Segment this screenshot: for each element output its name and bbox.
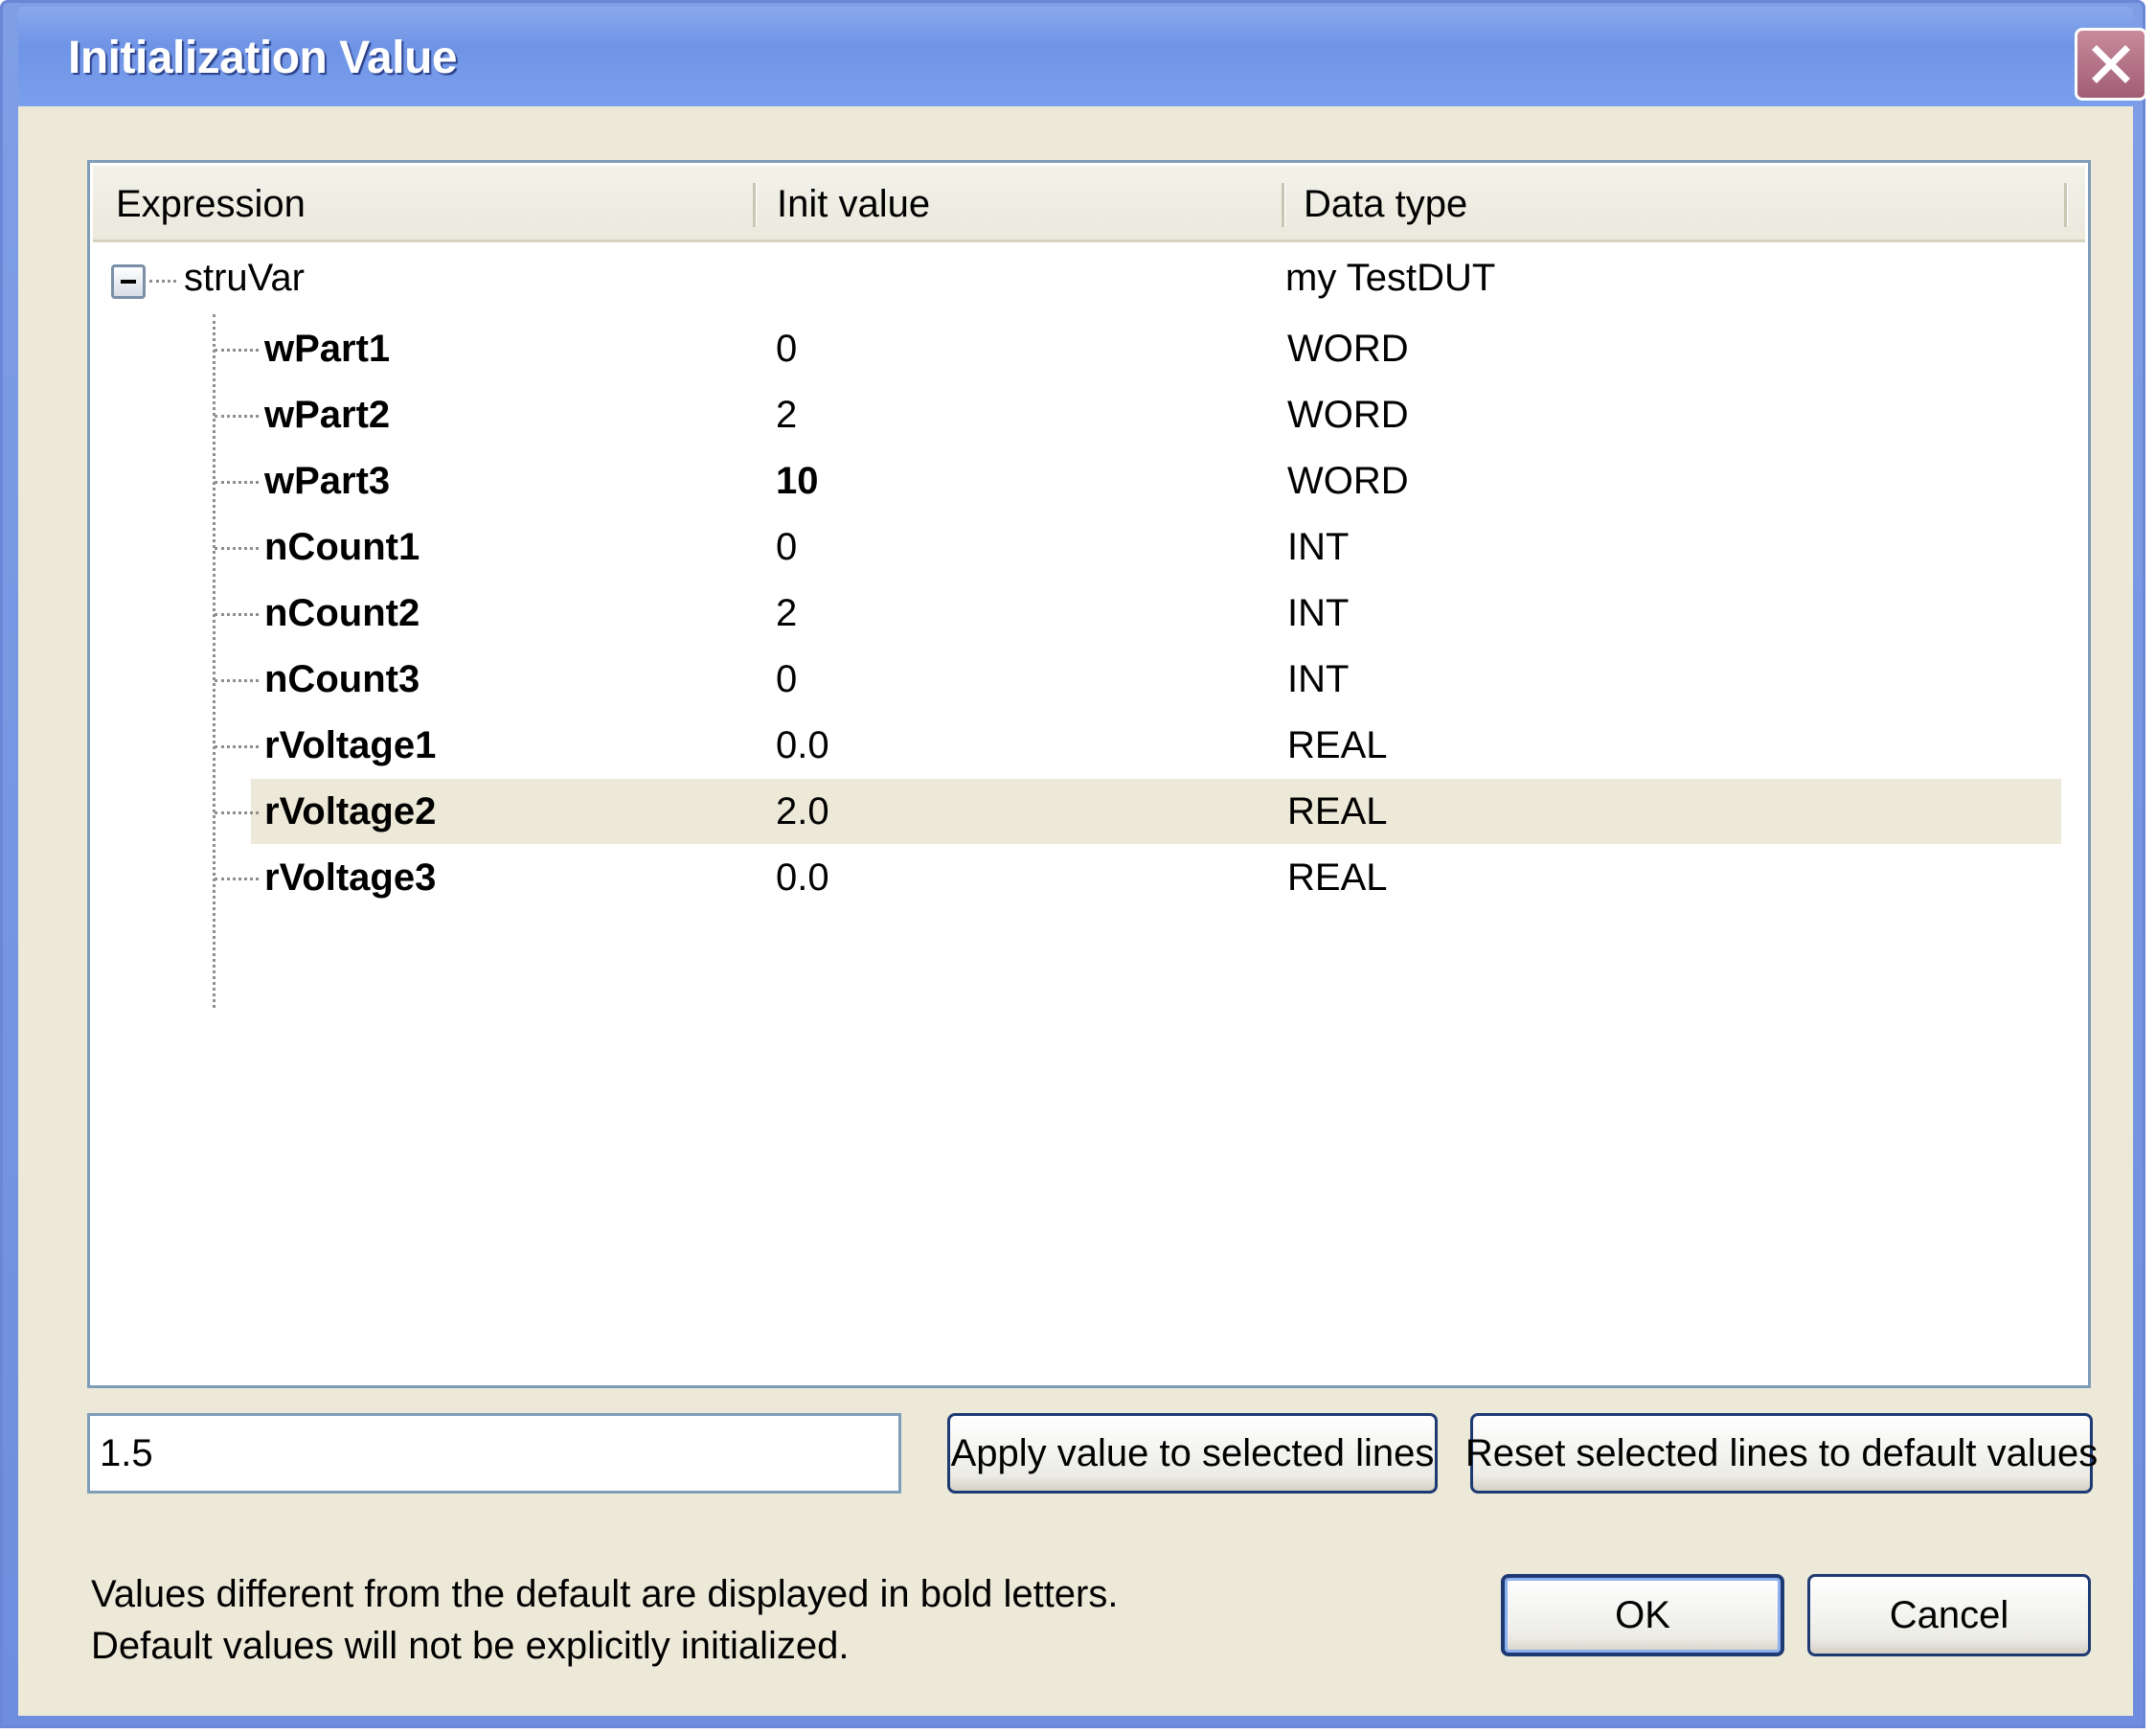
info-text-line: Values different from the default are di…: [91, 1573, 1119, 1615]
row-init-value: 2: [776, 394, 798, 436]
row-expression: wPart2: [264, 394, 391, 436]
column-header-expression[interactable]: Expression: [116, 166, 306, 242]
column-header-data-type[interactable]: Data type: [1304, 166, 1467, 242]
row-data-type: INT: [1287, 592, 1350, 634]
column-separator[interactable]: [1282, 183, 1285, 227]
row-expression: wPart1: [264, 328, 391, 370]
row-expression: nCount1: [264, 526, 420, 568]
dialog-title: Initialization Value: [68, 33, 458, 83]
selection-highlight: [251, 779, 2061, 844]
table-row[interactable]: wPart1 0 WORD: [90, 316, 2088, 381]
row-init-value: 0: [776, 658, 798, 700]
column-separator[interactable]: [2064, 183, 2068, 227]
title-bar[interactable]: Initialization Value: [18, 7, 2147, 106]
tree-connector-line: [215, 547, 259, 550]
column-separator[interactable]: [753, 183, 757, 227]
row-init-value: 2.0: [776, 790, 829, 833]
row-data-type: WORD: [1287, 328, 1409, 370]
info-text-line: Default values will not be explicitly in…: [91, 1625, 850, 1667]
dialog-window: Initialization Value Expression Init val…: [0, 0, 2147, 1728]
tree-connector-line: [215, 811, 259, 814]
list-header: Expression Init value Data type: [93, 166, 2085, 242]
row-data-type: INT: [1287, 658, 1350, 700]
row-expression: rVoltage1: [264, 724, 437, 766]
row-data-type: REAL: [1287, 856, 1388, 899]
row-init-value: 0.0: [776, 724, 829, 766]
table-row[interactable]: wPart2 2 WORD: [90, 382, 2088, 447]
row-data-type: my TestDUT: [1285, 257, 1496, 299]
row-init-value: 0: [776, 328, 798, 370]
init-value-input[interactable]: [87, 1413, 901, 1494]
table-row[interactable]: wPart3 10 WORD: [90, 448, 2088, 513]
close-icon: [2092, 45, 2130, 83]
row-expression: rVoltage3: [264, 856, 437, 899]
tree-connector-line: [215, 415, 259, 418]
info-text: Values different from the default are di…: [91, 1568, 1118, 1672]
row-data-type: WORD: [1287, 460, 1409, 502]
cancel-button[interactable]: Cancel: [1807, 1574, 2091, 1656]
apply-value-button[interactable]: Apply value to selected lines: [947, 1413, 1438, 1494]
row-expression: nCount2: [264, 592, 420, 634]
ok-button[interactable]: OK: [1501, 1574, 1784, 1656]
row-data-type: REAL: [1287, 724, 1388, 766]
tree-connector-line: [215, 613, 259, 616]
row-expression: rVoltage2: [264, 790, 437, 833]
table-row[interactable]: rVoltage1 0.0 REAL: [90, 713, 2088, 778]
table-row[interactable]: rVoltage3 0.0 REAL: [90, 845, 2088, 910]
tree-connector-line: [215, 481, 259, 484]
table-row[interactable]: nCount2 2 INT: [90, 581, 2088, 646]
row-expression: wPart3: [264, 460, 391, 502]
row-expression: struVar: [184, 257, 305, 299]
table-row[interactable]: nCount3 0 INT: [90, 647, 2088, 712]
tree-connector-line: [149, 280, 176, 283]
init-value-tree-list[interactable]: Expression Init value Data type struVar …: [87, 160, 2091, 1388]
table-row[interactable]: nCount1 0 INT: [90, 514, 2088, 580]
tree-connector-line: [215, 745, 259, 748]
minus-box-icon[interactable]: [111, 264, 146, 299]
column-header-init-value[interactable]: Init value: [777, 166, 930, 242]
row-data-type: INT: [1287, 526, 1350, 568]
dialog-client-area: Expression Init value Data type struVar …: [18, 106, 2133, 1716]
row-data-type: REAL: [1287, 790, 1388, 833]
tree-connector-line: [215, 878, 259, 880]
close-button[interactable]: [2075, 28, 2147, 101]
tree-connector-line: [215, 349, 259, 352]
row-init-value: 0.0: [776, 856, 829, 899]
row-init-value: 0: [776, 526, 798, 568]
row-expression: nCount3: [264, 658, 420, 700]
tree-connector-line: [215, 679, 259, 682]
reset-default-values-button[interactable]: Reset selected lines to default values: [1465, 1413, 2098, 1494]
row-data-type: WORD: [1287, 394, 1409, 436]
row-init-value: 2: [776, 592, 798, 634]
table-row-root[interactable]: struVar my TestDUT: [90, 245, 2088, 310]
row-init-value: 10: [776, 460, 819, 502]
table-row-selected[interactable]: rVoltage2 2.0 REAL: [90, 779, 2088, 844]
